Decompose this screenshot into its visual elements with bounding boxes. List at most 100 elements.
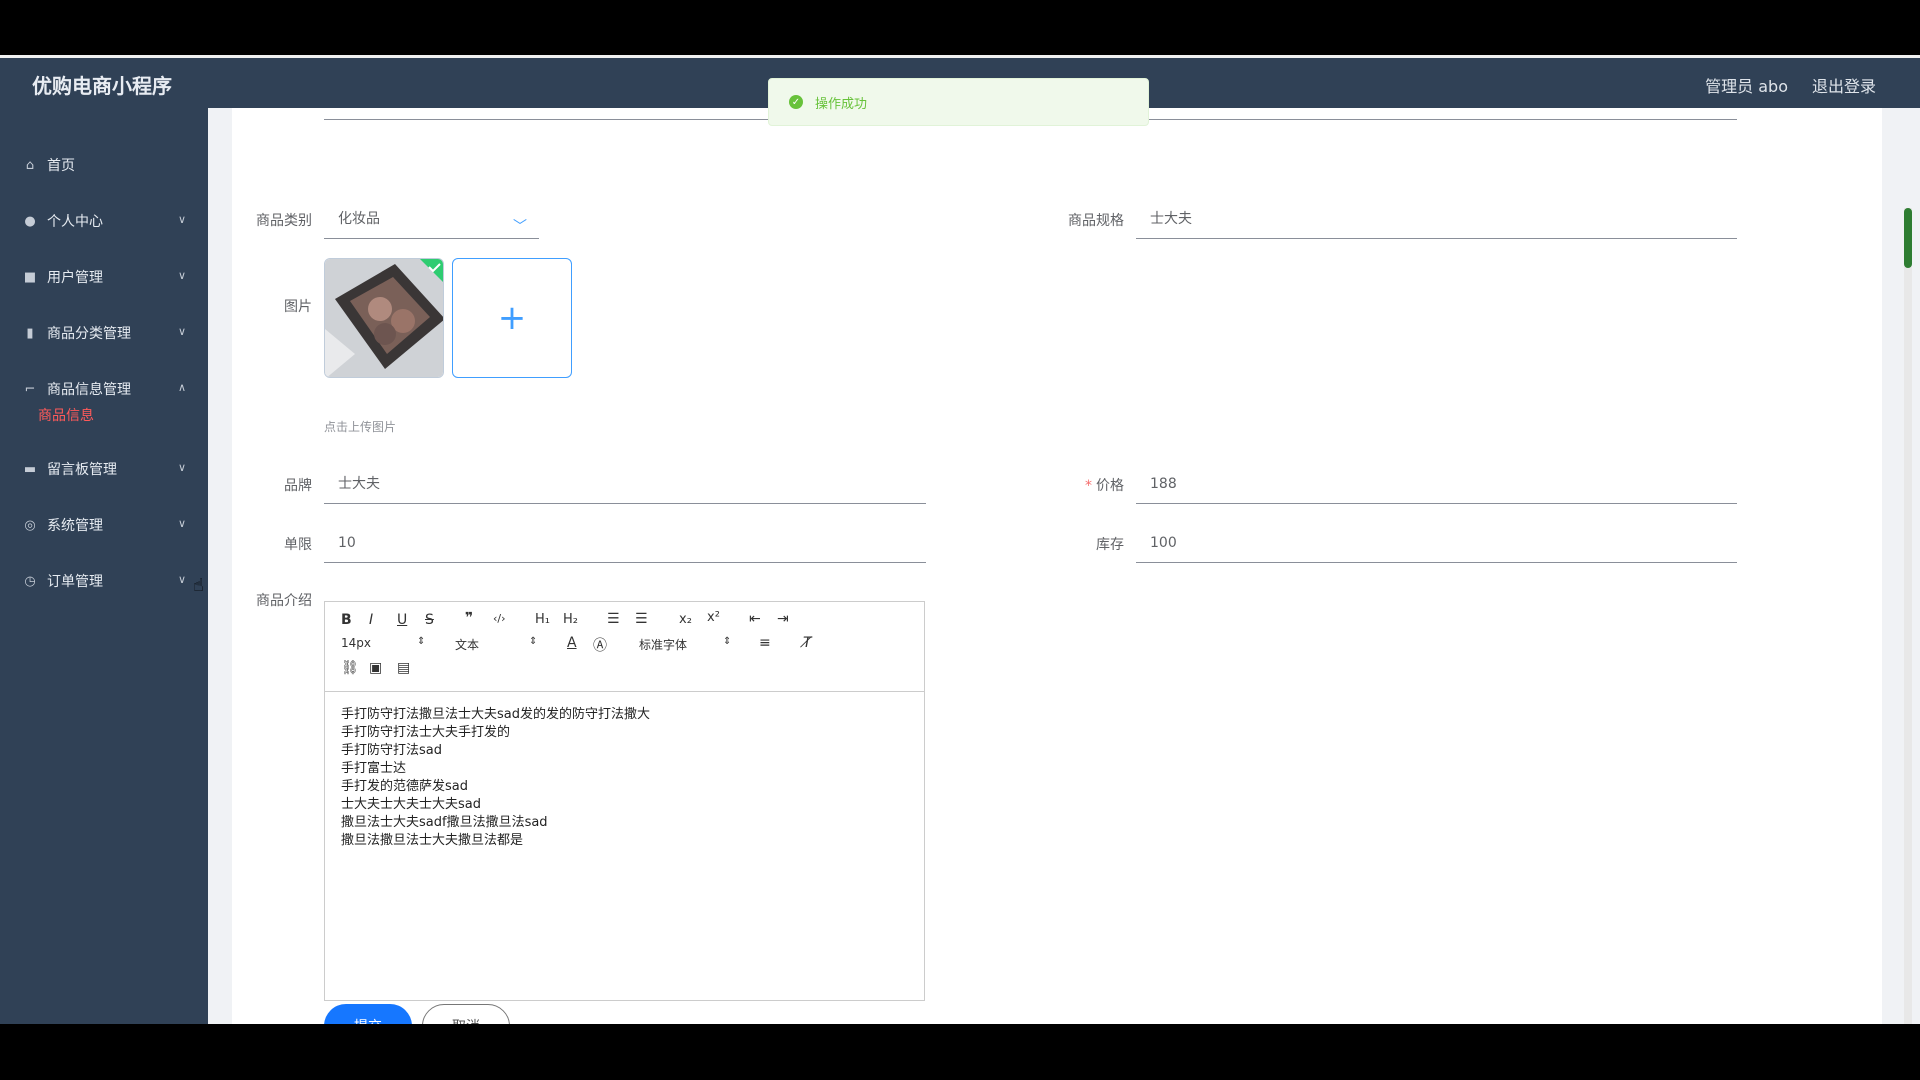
outdent-icon[interactable]: ⇤ xyxy=(749,611,761,627)
sidebar-item-label: 首页 xyxy=(47,158,75,174)
sidebar-item-label: 留言板管理 xyxy=(47,462,117,478)
cancel-button[interactable]: 取消 xyxy=(422,1004,510,1024)
price-label: * 价格 xyxy=(1044,475,1124,495)
intro-label: 商品介绍 xyxy=(256,593,312,609)
sidebar-item-goods[interactable]: ⌐ 商品信息管理 ∧ xyxy=(0,361,208,417)
sidebar-item-home[interactable]: ⌂ 首页 xyxy=(0,137,208,193)
chevron-down-icon: ﹀ xyxy=(513,219,527,235)
limit-input[interactable]: 10 xyxy=(324,523,926,563)
intro-line: 手打富士达 xyxy=(341,761,407,776)
home-icon: ⌂ xyxy=(25,157,35,173)
required-mark: * xyxy=(1085,478,1092,494)
main-content: 商品类别 化妆品 ﹀ 商品规格 士大夫 图片 + 点击上传图片 品牌 士大夫 *… xyxy=(208,108,1920,1024)
sidebar-item-label: 用户管理 xyxy=(47,270,103,286)
bold-icon[interactable]: B xyxy=(341,612,352,628)
indent-icon[interactable]: ⇥ xyxy=(777,611,789,627)
scrollbar-thumb[interactable] xyxy=(1904,208,1912,268)
message-icon: ▬ xyxy=(23,461,37,477)
text-type-select[interactable]: 文本 xyxy=(455,636,479,653)
sidebar-item-label: 系统管理 xyxy=(47,518,103,534)
strike-icon[interactable]: S xyxy=(425,612,434,628)
submit-button[interactable]: 提交 xyxy=(324,1004,412,1024)
chevron-down-icon: ∨ xyxy=(177,573,186,586)
code-icon[interactable]: ‹/› xyxy=(493,612,506,625)
app-frame: 优购电商小程序 管理员 abo 退出登录 ⌂ 首页 ● 个人中心 ∨ ■ 用户管… xyxy=(0,55,1920,1024)
form-card: 商品类别 化妆品 ﹀ 商品规格 士大夫 图片 + 点击上传图片 品牌 士大夫 *… xyxy=(232,108,1882,1024)
intro-line: 手打发的范德萨发sad xyxy=(341,779,468,794)
updown-icon: ⇕ xyxy=(529,636,538,647)
category-label: 商品类别 xyxy=(256,213,312,229)
brand-input[interactable]: 士大夫 xyxy=(324,464,926,504)
sidebar-item-system[interactable]: ◎ 系统管理 ∨ xyxy=(0,497,208,553)
image-icon[interactable]: ▣ xyxy=(369,660,382,676)
sidebar-item-label: 个人中心 xyxy=(47,214,103,230)
sidebar-item-orders[interactable]: ◷ 订单管理 ∨ xyxy=(0,553,208,609)
upload-hint: 点击上传图片 xyxy=(324,420,397,434)
font-size-select[interactable]: 14px xyxy=(341,636,371,650)
brand-title: 优购电商小程序 xyxy=(32,74,172,98)
sidebar-item-profile[interactable]: ● 个人中心 ∨ xyxy=(0,193,208,249)
plus-icon: + xyxy=(497,298,527,338)
sidebar-item-users[interactable]: ■ 用户管理 ∨ xyxy=(0,249,208,305)
spec-label: 商品规格 xyxy=(1068,213,1124,229)
clear-format-icon[interactable]: T̸ xyxy=(803,635,812,651)
background-color-icon[interactable]: Ⓐ xyxy=(593,635,607,655)
scrollbar-track[interactable] xyxy=(1904,208,1912,1024)
price-input[interactable]: 188 xyxy=(1136,464,1737,504)
sidebar-item-messages[interactable]: ▬ 留言板管理 ∨ xyxy=(0,441,208,497)
intro-line: 士大夫士大夫士大夫sad xyxy=(341,797,481,812)
sidebar-sub-goods-info[interactable]: 商品信息 xyxy=(38,405,94,425)
price-label-text: 价格 xyxy=(1096,478,1124,494)
add-image-button[interactable]: + xyxy=(452,258,572,378)
bullet-list-icon[interactable]: ☰ xyxy=(635,611,648,627)
category-select[interactable]: 化妆品 ﹀ xyxy=(324,199,539,239)
order-icon: ◷ xyxy=(24,573,36,589)
ordered-list-icon[interactable]: ☰ xyxy=(607,611,620,627)
chevron-down-icon: ∨ xyxy=(177,213,186,226)
font-family-select[interactable]: 标准字体 xyxy=(639,636,687,653)
sidebar-item-label: 商品信息管理 xyxy=(47,382,131,398)
sidebar: ⌂ 首页 ● 个人中心 ∨ ■ 用户管理 ∨ ▮ 商品分类管理 ∨ ⌐ 商品信息… xyxy=(0,108,208,1024)
italic-icon[interactable]: I xyxy=(369,612,373,628)
intro-line: 手打防守打法sad xyxy=(341,743,442,758)
goods-name-field[interactable] xyxy=(1136,80,1737,120)
link-icon[interactable]: ⛓ xyxy=(341,660,359,676)
limit-label: 单限 xyxy=(284,537,312,553)
underline-icon[interactable]: U xyxy=(397,612,407,628)
settings-icon: ◎ xyxy=(24,517,36,533)
check-circle-icon: ✓ xyxy=(789,95,803,109)
intro-line: 手打防守打法士大夫手打发的 xyxy=(341,725,511,740)
pointer-cursor-icon: ☝ xyxy=(193,575,204,596)
chart-icon: ▮ xyxy=(26,325,34,341)
chevron-down-icon: ∨ xyxy=(177,325,186,338)
product-photo xyxy=(325,259,443,377)
h2-icon[interactable]: H₂ xyxy=(563,612,578,627)
video-icon[interactable]: ▤ xyxy=(397,660,410,676)
font-color-icon[interactable]: A xyxy=(567,635,577,651)
editor-toolbar: B I U S ❞ ‹/› H₁ H₂ ☰ ☰ x₂ x² ⇤ ⇥ 14px ⇕ xyxy=(325,602,924,692)
editor-content[interactable]: 手打防守打法撒旦法士大夫sad发的发的防守打法撒大 手打防守打法士大夫手打发的 … xyxy=(325,692,924,864)
user-icon: ● xyxy=(24,213,36,229)
stock-input[interactable]: 100 xyxy=(1136,523,1737,563)
uploaded-image[interactable] xyxy=(324,258,444,378)
spec-input[interactable]: 士大夫 xyxy=(1136,199,1737,239)
subscript-icon[interactable]: x₂ xyxy=(679,612,692,627)
chevron-down-icon: ∨ xyxy=(177,517,186,530)
align-icon[interactable]: ≡ xyxy=(759,635,771,651)
superscript-icon[interactable]: x² xyxy=(707,610,720,625)
stock-label: 库存 xyxy=(1096,537,1124,553)
users-icon: ■ xyxy=(23,269,37,285)
toast-message: 操作成功 xyxy=(815,96,868,112)
rich-text-editor: B I U S ❞ ‹/› H₁ H₂ ☰ ☰ x₂ x² ⇤ ⇥ 14px ⇕ xyxy=(324,601,925,1001)
sidebar-item-label: 商品分类管理 xyxy=(47,326,131,342)
logout-link[interactable]: 退出登录 xyxy=(1812,73,1876,97)
brand-label: 品牌 xyxy=(284,478,312,494)
sidebar-item-label: 订单管理 xyxy=(47,574,103,590)
chevron-up-icon: ∧ xyxy=(177,381,186,394)
h1-icon[interactable]: H₁ xyxy=(535,612,550,627)
intro-line: 撒旦法撒旦法士大夫撒旦法都是 xyxy=(341,833,524,848)
quote-icon[interactable]: ❞ xyxy=(465,610,473,626)
chevron-down-icon: ∨ xyxy=(177,461,186,474)
updown-icon: ⇕ xyxy=(417,636,426,647)
sidebar-item-category[interactable]: ▮ 商品分类管理 ∨ xyxy=(0,305,208,361)
